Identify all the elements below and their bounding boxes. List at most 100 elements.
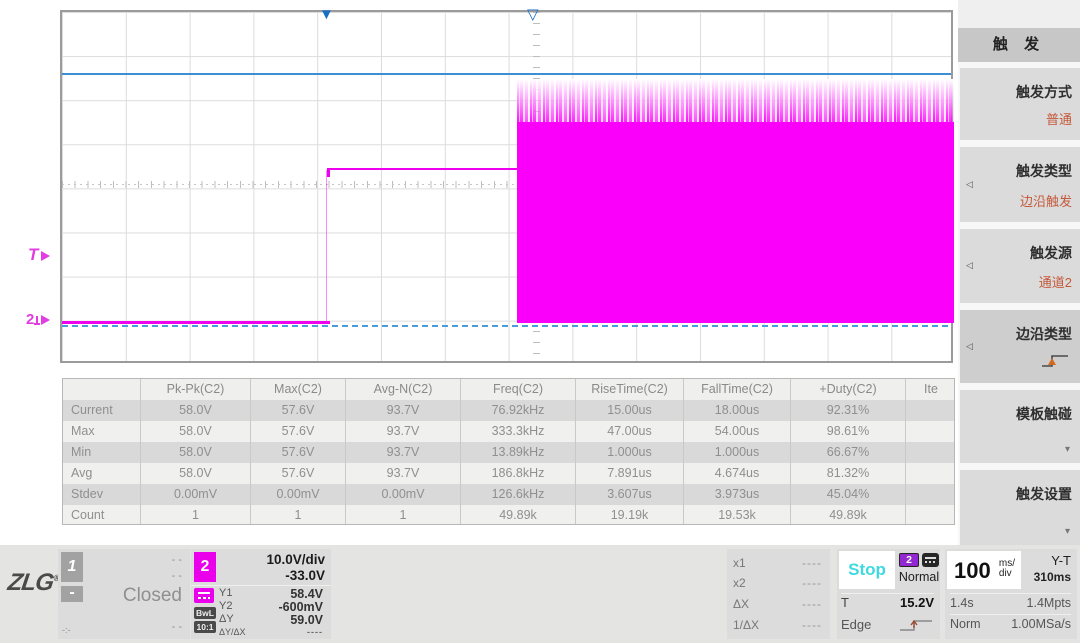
channel1-value-dash: - - — [172, 621, 182, 633]
menu-item-trigger-mode[interactable]: 触发方式 普通 — [960, 68, 1080, 140]
column-header: FallTime(C2) — [684, 379, 791, 400]
divider — [191, 585, 331, 586]
channel1-status-block[interactable]: 1 - - - - - Closed -:- - - — [58, 549, 190, 639]
measurement-value: 13.89kHz — [461, 442, 576, 463]
trigger-menu: 触 发 触发方式 普通 ◁ 触发类型 边沿触发 ◁ 触发源 通道2 ◁ 边沿类型 — [958, 0, 1080, 545]
trigger-status-block[interactable]: Stop 2 Normal T15.2V Edge — [837, 549, 940, 639]
status-bar: ZLG® 1 - - - - - Closed -:- - - 2 10.0V/… — [0, 545, 1080, 643]
measurement-value: 7.891us — [576, 463, 684, 484]
channel2-badge: 2 — [194, 552, 216, 582]
measurement-value: 49.89k — [461, 505, 576, 525]
inverse-delta-x-readout: 1/ΔX---- — [733, 615, 822, 635]
menu-item-edge-type[interactable]: ◁ 边沿类型 — [960, 310, 1080, 383]
measurement-value: 57.6V — [251, 421, 346, 442]
channel2-status-block[interactable]: 2 10.0V/div -33.0V BwL 10:1 Y158.4V Y2-6… — [191, 549, 331, 639]
measurement-value: 58.0V — [141, 463, 251, 484]
measurement-value: 54.00us — [684, 421, 791, 442]
measurement-value: 93.7V — [346, 442, 461, 463]
measurement-value — [906, 484, 955, 505]
menu-item-trigger-settings[interactable]: 触发设置 ▾ — [960, 470, 1080, 545]
measurement-value: 58.0V — [141, 421, 251, 442]
table-row: Max58.0V57.6V93.7V333.3kHz47.00us54.00us… — [63, 421, 954, 442]
bandwidth-limit-badge: BwL — [194, 607, 216, 619]
measurement-table-body: Current58.0V57.6V93.7V76.92kHz15.00us18.… — [63, 400, 954, 525]
measurement-value: 66.67% — [791, 442, 906, 463]
measurement-value: 1 — [346, 505, 461, 525]
row-label: Avg — [63, 463, 141, 484]
measurement-value: 57.6V — [251, 463, 346, 484]
menu-item-value: 通道2 — [1039, 272, 1072, 291]
channel1-value-dash: - - — [172, 554, 182, 566]
sample-rate-readout: Norm1.00MSa/s — [950, 614, 1071, 633]
measurement-value: 47.00us — [576, 421, 684, 442]
menu-item-trigger-source[interactable]: ◁ 触发源 通道2 — [960, 229, 1080, 303]
ch2-rising-edge-trace — [326, 170, 327, 323]
row-label: Max — [63, 421, 141, 442]
table-row: Min58.0V57.6V93.7V13.89kHz1.000us1.000us… — [63, 442, 954, 463]
y1-cursor-line[interactable] — [62, 73, 951, 75]
chevron-down-icon: ▾ — [1065, 444, 1070, 455]
channel1-minus-badge: - — [61, 586, 83, 602]
column-header: Ite — [906, 379, 955, 400]
trigger-type-readout: Edge — [841, 615, 934, 635]
table-row: Count11149.89k19.19k19.53k49.89k — [63, 505, 954, 525]
acquisition-state: Stop — [839, 551, 895, 589]
menu-item-value: 普通 — [1046, 109, 1072, 128]
table-row: Current58.0V57.6V93.7V76.92kHz15.00us18.… — [63, 400, 954, 421]
measurement-value: 57.6V — [251, 400, 346, 421]
measurement-value: 81.32% — [791, 463, 906, 484]
timebase-unit: ms/div — [999, 559, 1015, 579]
measurement-value: 1.000us — [576, 442, 684, 463]
measurement-value: 58.0V — [141, 442, 251, 463]
measurement-value: 333.3kHz — [461, 421, 576, 442]
menu-item-label: 触发源 — [1030, 243, 1072, 263]
measurement-value: 93.7V — [346, 421, 461, 442]
measurement-value — [906, 505, 955, 525]
timebase-scale: 100 — [954, 558, 991, 584]
measurement-value: 1.000us — [684, 442, 791, 463]
column-header — [63, 379, 141, 400]
measurement-value: 98.61% — [791, 421, 906, 442]
menu-item-template-trigger[interactable]: 模板触碰 ▾ — [960, 390, 1080, 463]
delta-y-readout: ΔY59.0V — [219, 613, 325, 626]
menu-item-label: 模板触碰 — [1016, 404, 1072, 424]
measurement-value: 15.00us — [576, 400, 684, 421]
x2-readout: x2---- — [733, 573, 822, 593]
measurement-value: 126.6kHz — [461, 484, 576, 505]
trigger-position-marker-icon[interactable]: ▼ — [319, 9, 334, 21]
menu-item-trigger-type[interactable]: ◁ 触发类型 边沿触发 — [960, 147, 1080, 222]
timebase-block[interactable]: 100 ms/div Y-T 310ms 1.4s1.4Mpts Norm1.0… — [945, 549, 1077, 639]
measurement-value — [906, 463, 955, 484]
measurement-value: 45.04% — [791, 484, 906, 505]
x-cursor-block[interactable]: x1---- x2---- ΔX---- 1/ΔX---- — [727, 549, 830, 639]
y1-cursor-readout: Y158.4V — [219, 587, 325, 600]
measurement-value: 19.53k — [684, 505, 791, 525]
ch2-ground-marker[interactable]: 2 — [26, 311, 50, 328]
record-length-readout: 1.4s1.4Mpts — [950, 593, 1071, 612]
oscilloscope-screen: ▼ ▽ T 2 Pk-Pk(C2)Max(C2)Avg-N(C2)Freq(C2… — [0, 0, 1080, 643]
trigger-level-marker[interactable]: T — [28, 245, 50, 265]
ch2-burst-noise-fringe — [517, 79, 954, 127]
measurement-table-head: Pk-Pk(C2)Max(C2)Avg-N(C2)Freq(C2)RiseTim… — [63, 379, 954, 400]
y2-cursor-line[interactable] — [62, 325, 951, 327]
menu-item-label: 触发类型 — [1016, 161, 1072, 181]
display-mode: Y-T — [1051, 553, 1071, 568]
measurement-value: 0.00mV — [251, 484, 346, 505]
measurement-value: 76.92kHz — [461, 400, 576, 421]
ch2-mid-level-trace — [328, 168, 517, 170]
dc-coupling-icon — [194, 588, 214, 603]
channel2-offset: -33.0V — [285, 568, 325, 583]
column-header: Avg-N(C2) — [346, 379, 461, 400]
column-header: Max(C2) — [251, 379, 346, 400]
zlg-logo: ZLG® — [6, 569, 62, 597]
delay-marker-icon[interactable]: ▽ — [527, 9, 539, 21]
measurement-value: 0.00mV — [346, 484, 461, 505]
channel1-value-dash: - - — [172, 570, 182, 582]
x1-readout: x1---- — [733, 553, 822, 573]
ch2-burst-body — [517, 122, 954, 323]
trigger-mode: Normal — [897, 570, 941, 584]
measurement-value — [906, 400, 955, 421]
trigger-coupling-icon — [922, 553, 939, 567]
measurement-value: 3.973us — [684, 484, 791, 505]
channel1-badge: 1 — [61, 552, 83, 582]
